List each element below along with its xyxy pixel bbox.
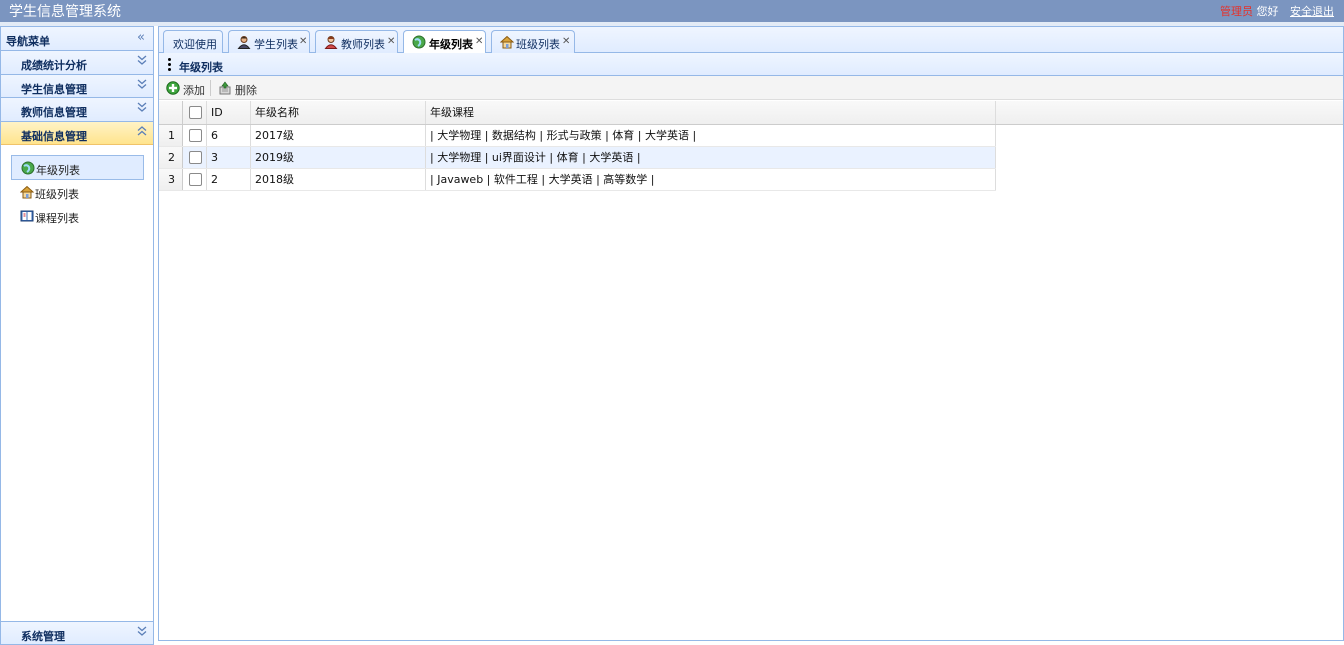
- teacher-icon: [324, 35, 338, 49]
- content-panel: 年级列表 添加 删除 ID 年级名称 年级课程 1 6 2017级 | 大学物理…: [158, 53, 1344, 641]
- section-teacher-info[interactable]: 教师信息管理: [1, 98, 153, 122]
- expand-icon[interactable]: [137, 101, 147, 116]
- close-tab-icon[interactable]: ✕: [299, 36, 307, 47]
- table-header: ID 年级名称 年级课程: [159, 101, 1343, 125]
- app-header: 学生信息管理系统 管理员 您好 安全退出: [0, 0, 1344, 22]
- row-number: 3: [159, 169, 183, 190]
- section-score-analysis[interactable]: 成绩统计分析: [1, 51, 153, 75]
- section-system-management[interactable]: 系统管理: [1, 620, 153, 644]
- sidebar-item-course-list[interactable]: 课程列表: [11, 204, 144, 228]
- close-tab-icon[interactable]: ✕: [562, 36, 570, 47]
- section-student-info[interactable]: 学生信息管理: [1, 74, 153, 98]
- cell-name: 2017级: [251, 125, 426, 146]
- close-tab-icon[interactable]: ✕: [475, 36, 483, 47]
- tab-student-list[interactable]: 学生列表 ✕: [228, 30, 310, 53]
- delete-label: 删除: [235, 84, 257, 97]
- tab-label: 班级列表: [516, 38, 560, 51]
- select-all-cell: [183, 101, 207, 124]
- expand-icon[interactable]: [137, 78, 147, 93]
- cell-id: 6: [207, 125, 251, 146]
- globe-icon: [412, 35, 426, 49]
- column-header-courses[interactable]: 年级课程: [426, 101, 996, 124]
- table-row[interactable]: 1 6 2017级 | 大学物理 | 数据结构 | 形式与政策 | 体育 | 大…: [159, 125, 996, 147]
- section-basic-info[interactable]: 基础信息管理: [1, 121, 153, 145]
- house-icon: [499, 35, 515, 49]
- cell-courses: | 大学物理 | 数据结构 | 形式与政策 | 体育 | 大学英语 |: [426, 125, 996, 146]
- basic-info-menu: 年级列表 班级列表 课程列表: [1, 145, 153, 228]
- row-number-header: [159, 101, 183, 124]
- toolbar-separator: [210, 80, 211, 96]
- panel-title: 年级列表: [179, 61, 223, 74]
- sidebar-item-label: 年级列表: [36, 164, 80, 177]
- section-label: 教师信息管理: [21, 106, 87, 119]
- cell-name: 2018级: [251, 169, 426, 190]
- collapse-sidebar-icon[interactable]: «: [137, 30, 145, 45]
- section-label: 学生信息管理: [21, 82, 87, 96]
- table-row[interactable]: 3 2 2018级 | Javaweb | 软件工程 | 大学英语 | 高等数学…: [159, 169, 996, 191]
- row-checkbox[interactable]: [189, 173, 202, 186]
- add-label: 添加: [183, 84, 205, 97]
- panel-header: 年级列表: [159, 53, 1343, 76]
- globe-icon: [21, 161, 35, 175]
- tab-bar: 欢迎使用 学生列表 ✕ 教师列表 ✕ 年级列表 ✕ 班级列表 ✕: [158, 26, 1344, 54]
- student-icon: [237, 35, 251, 49]
- grade-table: ID 年级名称 年级课程 1 6 2017级 | 大学物理 | 数据结构 | 形…: [159, 101, 1343, 191]
- row-checkbox[interactable]: [189, 151, 202, 164]
- table-body: 1 6 2017级 | 大学物理 | 数据结构 | 形式与政策 | 体育 | 大…: [159, 125, 996, 191]
- house-icon: [19, 185, 35, 199]
- add-button[interactable]: 添加: [166, 80, 206, 98]
- delete-icon: [218, 81, 232, 95]
- cell-id: 2: [207, 169, 251, 190]
- sidebar: 导航菜单 « 成绩统计分析 学生信息管理 教师信息管理 基础信息管理 年级列表: [0, 26, 154, 645]
- table-row[interactable]: 2 3 2019级 | 大学物理 | ui界面设计 | 体育 | 大学英语 |: [159, 147, 996, 169]
- select-all-checkbox[interactable]: [189, 106, 202, 119]
- collapse-icon[interactable]: [137, 125, 147, 140]
- tab-class-list[interactable]: 班级列表 ✕: [491, 30, 575, 53]
- tab-label: 学生列表: [254, 38, 298, 51]
- cell-name: 2019级: [251, 147, 426, 168]
- sidebar-item-label: 课程列表: [35, 212, 79, 225]
- cell-courses: | Javaweb | 软件工程 | 大学英语 | 高等数学 |: [426, 169, 996, 190]
- app-title: 学生信息管理系统: [9, 4, 121, 20]
- sidebar-item-grade-list[interactable]: 年级列表: [11, 155, 144, 180]
- user-info: 管理员 您好 安全退出: [1220, 3, 1334, 19]
- tab-welcome[interactable]: 欢迎使用: [163, 30, 223, 53]
- logout-link[interactable]: 安全退出: [1290, 5, 1334, 18]
- sidebar-item-label: 班级列表: [35, 188, 79, 201]
- column-header-name[interactable]: 年级名称: [251, 101, 426, 124]
- toolbar: 添加 删除: [159, 76, 1343, 100]
- user-role: 管理员: [1220, 5, 1253, 18]
- row-number: 1: [159, 125, 183, 146]
- row-checkbox[interactable]: [189, 129, 202, 142]
- tab-label: 欢迎使用: [173, 38, 217, 51]
- expand-icon[interactable]: [137, 54, 147, 69]
- book-icon: [20, 209, 34, 223]
- close-tab-icon[interactable]: ✕: [387, 36, 395, 47]
- sidebar-title: 导航菜单: [6, 35, 50, 48]
- column-header-id[interactable]: ID: [207, 101, 251, 124]
- greeting: 您好: [1256, 5, 1279, 18]
- sidebar-item-class-list[interactable]: 班级列表: [11, 180, 144, 204]
- row-select-cell: [183, 169, 207, 190]
- row-select-cell: [183, 125, 207, 146]
- cell-courses: | 大学物理 | ui界面设计 | 体育 | 大学英语 |: [426, 147, 996, 168]
- sidebar-header: 导航菜单 «: [1, 27, 153, 51]
- panel-menu-icon: [168, 58, 171, 71]
- section-label: 成绩统计分析: [21, 59, 87, 72]
- tab-grade-list[interactable]: 年级列表 ✕: [403, 30, 486, 54]
- row-number: 2: [159, 147, 183, 168]
- delete-button[interactable]: 删除: [218, 80, 258, 98]
- add-icon: [166, 81, 180, 95]
- tab-label: 教师列表: [341, 38, 385, 51]
- expand-icon[interactable]: [137, 625, 147, 640]
- section-label: 基础信息管理: [21, 129, 87, 143]
- section-label: 系统管理: [21, 629, 65, 643]
- tab-label: 年级列表: [429, 38, 473, 51]
- tab-teacher-list[interactable]: 教师列表 ✕: [315, 30, 398, 53]
- row-select-cell: [183, 147, 207, 168]
- cell-id: 3: [207, 147, 251, 168]
